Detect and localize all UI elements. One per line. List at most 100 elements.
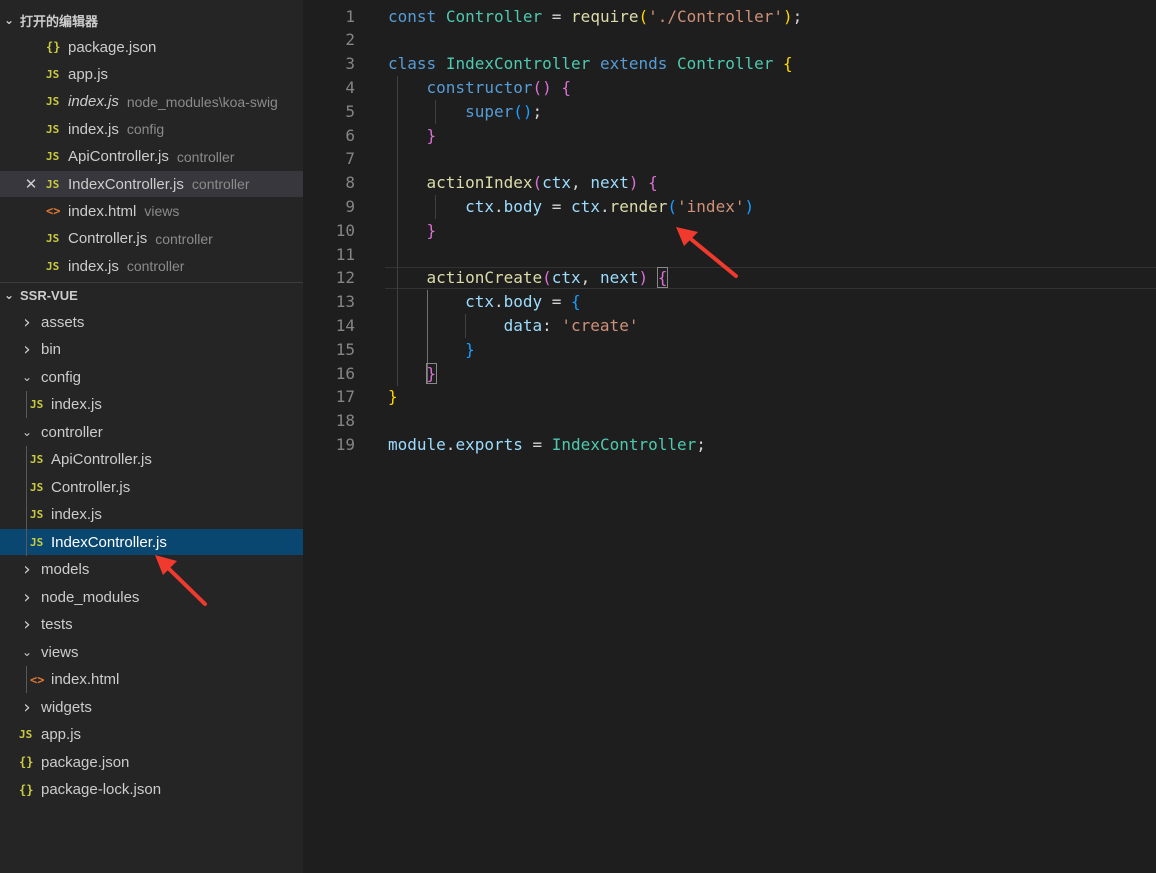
code-token: ctx (542, 173, 572, 193)
code-token: { (561, 77, 572, 97)
code-line[interactable]: 8 actionIndex(ctx, next) { (303, 171, 1156, 195)
line-number: 12 (335, 268, 355, 288)
line-number: 2 (345, 30, 355, 50)
code-token: module (388, 434, 446, 454)
js-file-icon: JS (46, 95, 60, 109)
file-item[interactable]: {} package.json (0, 749, 303, 775)
file-name: index.js (51, 506, 102, 523)
close-icon[interactable]: ✕ (20, 175, 42, 193)
folder-name: views (41, 643, 79, 661)
code-token: , (580, 268, 600, 288)
line-number: 8 (345, 173, 355, 193)
line-number: 4 (345, 77, 355, 97)
code-line[interactable]: 2 (303, 28, 1156, 52)
file-name: ApiController.js (51, 451, 152, 468)
code-line[interactable]: 9 ctx. body = ctx. render('index') (303, 194, 1156, 218)
code-token: ) (782, 6, 793, 26)
code-line[interactable]: 19 module. exports = IndexController; (303, 432, 1156, 456)
code-line[interactable]: 4 constructor() { (303, 75, 1156, 99)
code-token: Controller (677, 54, 774, 74)
folder-item[interactable]: › widgets (0, 694, 303, 720)
open-editor-name: index.html (68, 202, 137, 220)
open-editor-item[interactable]: JS index.js config (0, 116, 303, 142)
chevron-right-icon: › (23, 586, 31, 608)
file-item[interactable]: {} package-lock.json (0, 777, 303, 803)
indent-guide (26, 666, 27, 693)
code-token: = (542, 6, 572, 26)
open-editor-path: views (144, 203, 180, 220)
js-file-icon: JS (30, 398, 44, 411)
code-line[interactable]: 3 class IndexController extends Controlle… (303, 52, 1156, 76)
code-line[interactable]: 17} (303, 385, 1156, 409)
file-name: index.html (51, 671, 120, 688)
folder-item[interactable]: ⌄ controller (0, 419, 303, 445)
file-item[interactable]: JS Controller.js (0, 474, 303, 500)
html-file-icon: <> (46, 204, 61, 219)
chevron-right-icon: › (23, 339, 31, 360)
line-number: 18 (335, 411, 355, 431)
code-token: 'create' (561, 315, 639, 335)
file-item[interactable]: JS index.js (0, 392, 303, 418)
chevron-right-icon: › (23, 559, 31, 580)
code-line[interactable]: 5 super(); (303, 99, 1156, 123)
code-line[interactable]: 16 } (303, 361, 1156, 385)
code-line[interactable]: 15 } (303, 337, 1156, 361)
code-line[interactable]: 1 const Controller = require('./Controlle… (303, 4, 1156, 28)
open-editors-header[interactable]: ⌄ 打开的编辑器 (0, 8, 303, 32)
open-editor-item[interactable]: JS app.js (0, 61, 303, 87)
code-token: ( (542, 268, 552, 288)
code-token: : (542, 315, 562, 335)
project-header[interactable]: ⌄ SSR-VUE (0, 283, 303, 307)
code-editor[interactable]: 1 const Controller = require('./Controlle… (303, 0, 1156, 873)
file-name: package.json (41, 753, 130, 771)
js-file-icon: JS (46, 67, 60, 81)
open-editor-path: controller (126, 258, 185, 275)
open-editor-path: controller (176, 148, 235, 165)
code-token: { (783, 54, 793, 74)
code-token: () (513, 101, 533, 121)
code-line[interactable]: 14 data: 'create' (303, 313, 1156, 337)
folder-item[interactable]: ⌄ config (0, 364, 303, 390)
code-line[interactable]: 6 } (303, 123, 1156, 147)
chevron-right-icon: › (23, 696, 31, 718)
file-item[interactable]: <> index.html (0, 667, 303, 693)
explorer-sidebar: ⌄ 打开的编辑器 {} package.json JS app.js JS index.j… (0, 0, 303, 873)
open-editor-item[interactable]: JS index.js controller (0, 253, 303, 279)
folder-item[interactable]: › bin (0, 337, 303, 363)
file-item[interactable]: JS index.js (0, 502, 303, 528)
code-token: ctx (465, 196, 494, 216)
open-editor-item[interactable]: {} package.json (0, 34, 303, 60)
code-line[interactable]: 13 ctx. body = { (303, 290, 1156, 314)
folder-item[interactable]: › assets (0, 309, 303, 335)
code-token: constructor (426, 77, 533, 97)
code-token: super (465, 101, 514, 121)
code-token: body (503, 292, 543, 312)
js-file-icon: JS (19, 728, 33, 741)
line-number: 16 (335, 363, 355, 383)
open-editor-item[interactable]: JS ApiController.js controller (0, 144, 303, 170)
code-token: ) (628, 173, 639, 193)
open-editor-name: Controller.js (68, 230, 148, 248)
open-editor-item[interactable]: JS index.js node_modules\koa-swig (0, 89, 303, 115)
open-editor-item[interactable]: <> index.html views (0, 198, 303, 224)
json-file-icon: {} (19, 782, 34, 797)
file-item[interactable]: JS ApiController.js (0, 447, 303, 473)
code-line[interactable]: 18 (303, 409, 1156, 433)
js-file-icon: JS (46, 150, 60, 164)
open-editor-item[interactable]: JS Controller.js controller (0, 226, 303, 252)
code-token: actionIndex (426, 173, 533, 193)
code-token: IndexController (445, 54, 591, 74)
open-editors-title: 打开的编辑器 (20, 13, 99, 29)
code-line[interactable]: 7 (303, 147, 1156, 171)
code-token: . (493, 196, 504, 216)
file-item[interactable]: JS app.js (0, 722, 303, 748)
open-editor-item[interactable]: ✕ JS IndexController.js controller (0, 171, 303, 197)
indent-guide (26, 446, 27, 556)
folder-item[interactable]: › tests (0, 612, 303, 638)
folder-item[interactable]: ⌄ views (0, 639, 303, 665)
